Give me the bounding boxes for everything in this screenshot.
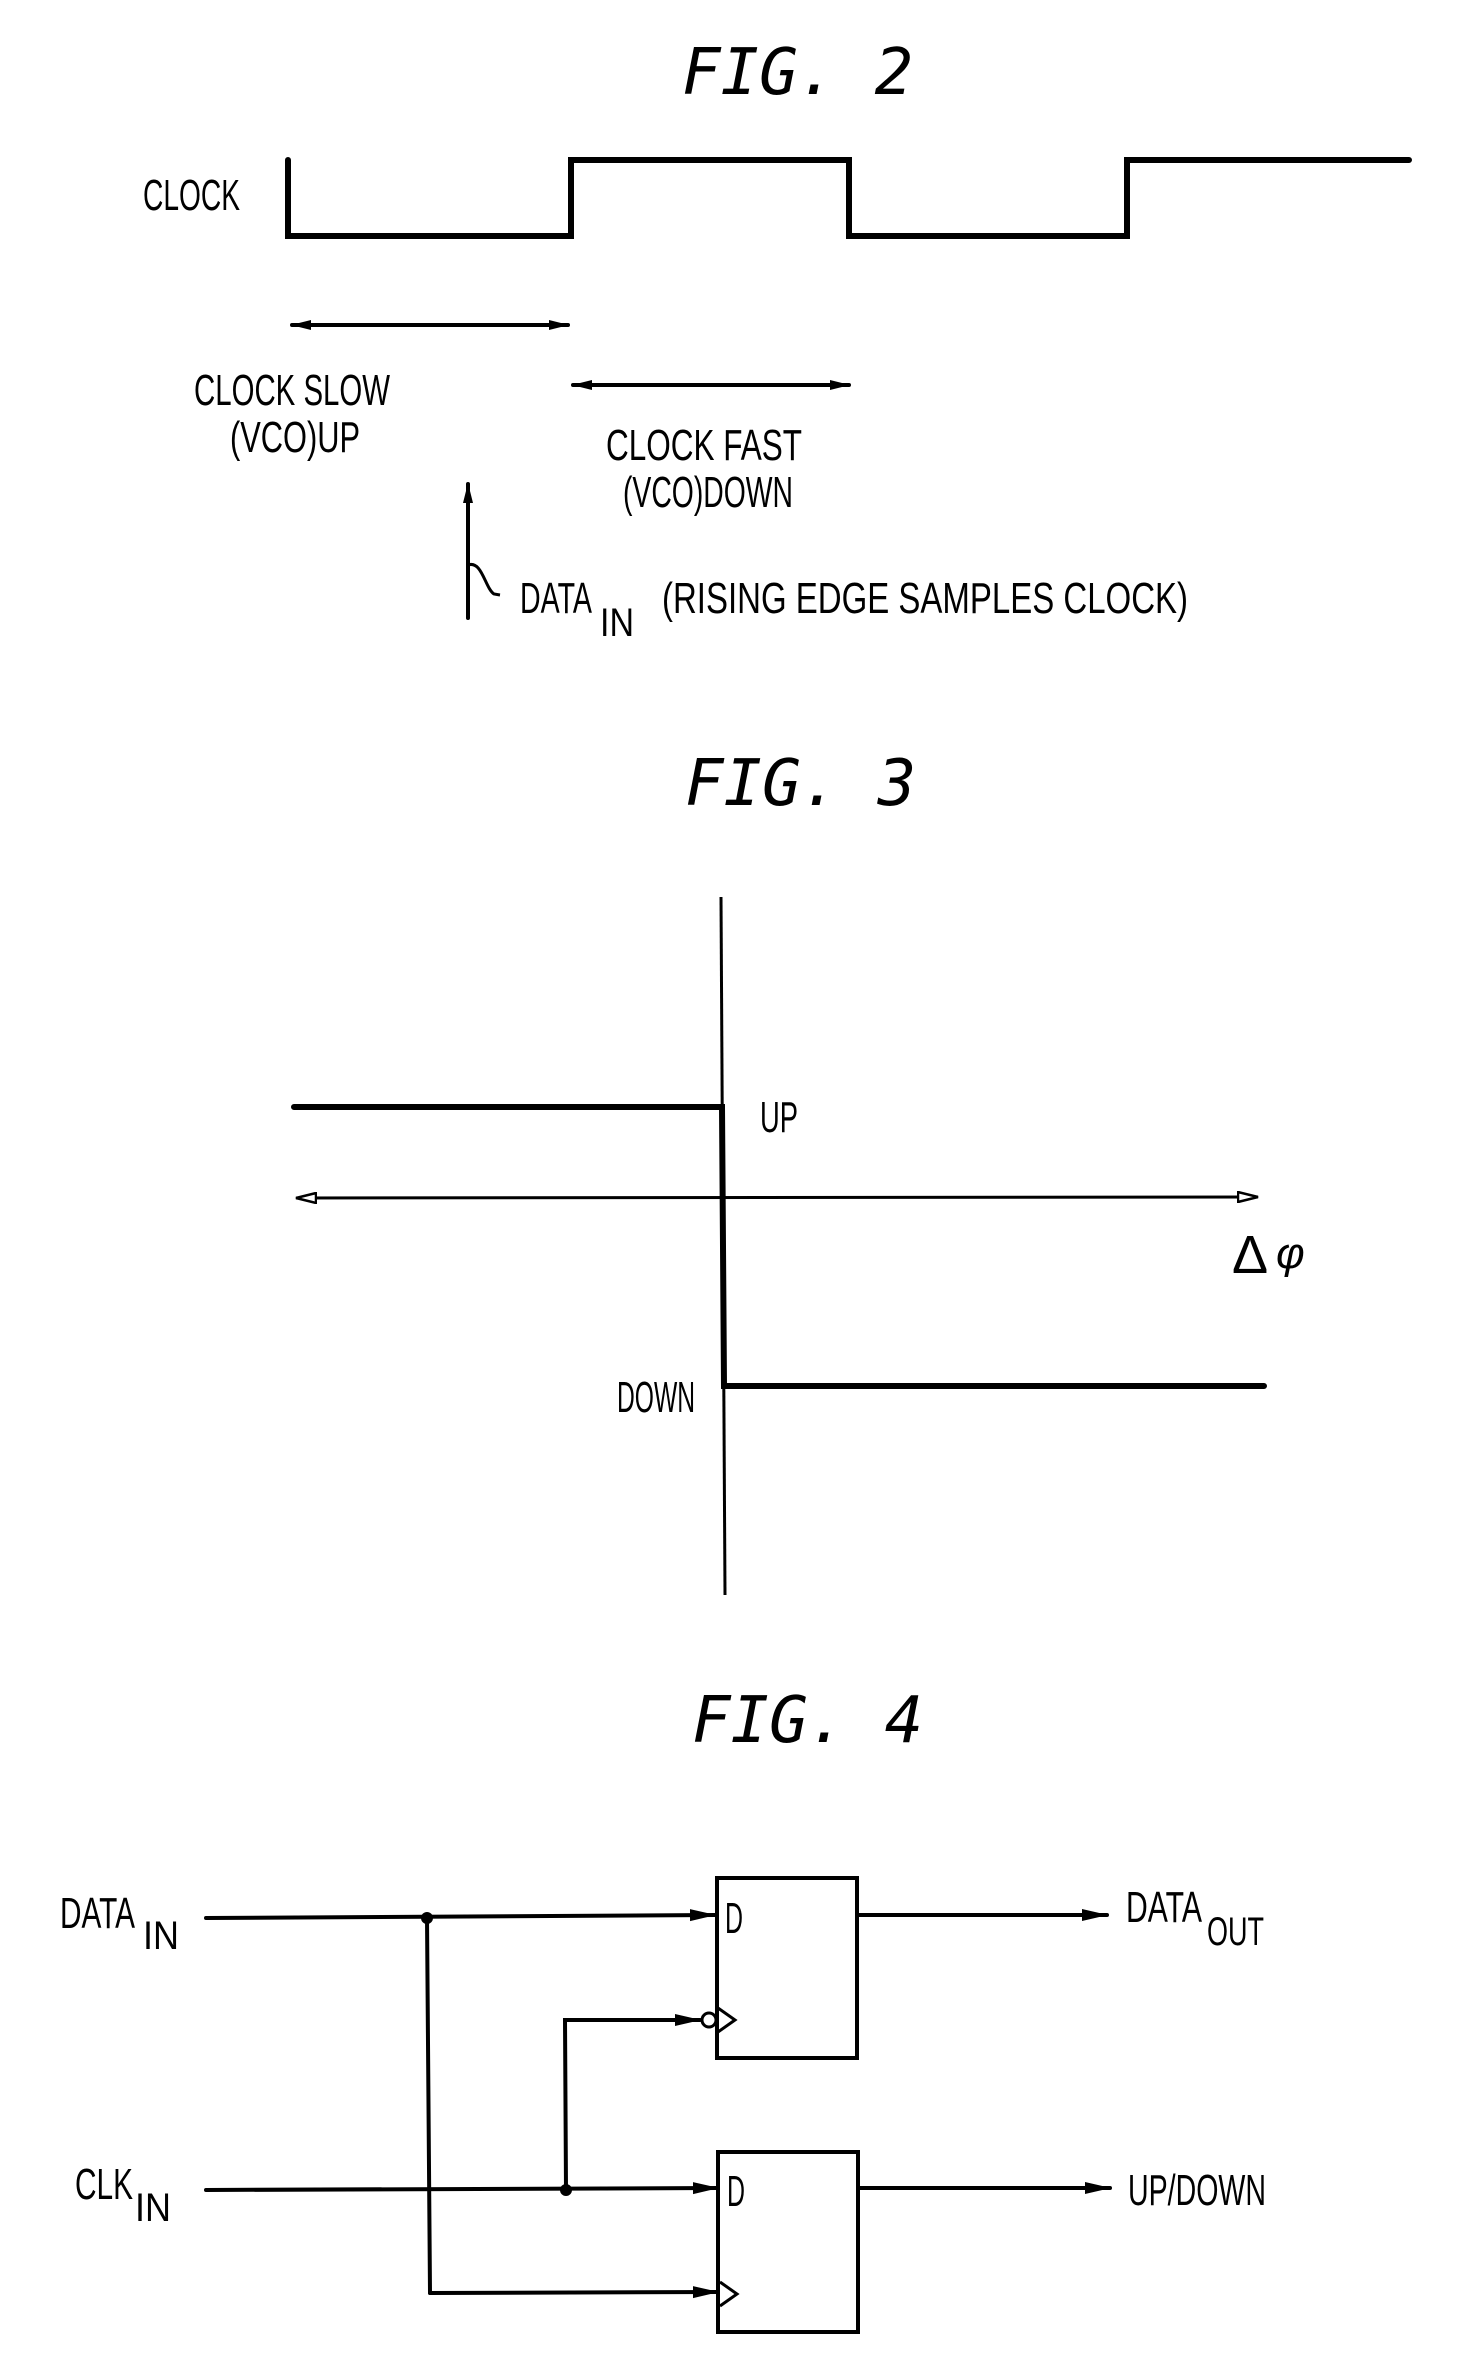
patent-drawing-sheet: FIG. 2 CLOCK CLOCK SLOW (VCO)UP CLOCK FA… [60,36,1412,2334]
figure-4-title: FIG. 4 [692,1684,923,1758]
up-level-label: UP [760,1093,798,1142]
data-in-input-label-sub: IN [143,1914,179,1958]
bottom-ff-clock-triangle [719,2280,740,2308]
figure-3: FIG. 3 UP DOWN Δ φ [291,747,1305,1596]
phase-difference-axis [296,1197,1258,1198]
clk-to-top-clock-wire [562,2014,702,2192]
clock-slow-label: CLOCK SLOW [194,366,390,415]
data-in-branch-wire [425,1916,432,2295]
vco-down-label: (VCO)DOWN [623,468,793,517]
phi-symbol: φ [1276,1229,1305,1278]
data-out-label-sub: OUT [1207,1910,1264,1954]
figure-3-title: FIG. 3 [685,747,916,821]
data-in-input-label-main: DATA [60,1889,135,1938]
clk-in-input-label-sub: IN [135,2186,171,2230]
data-junction-dot [421,1912,433,1924]
data-in-label-main: DATA [520,574,592,623]
up-down-output-label: UP/DOWN [1128,2166,1266,2215]
clock-fast-label: CLOCK FAST [606,421,802,470]
data-in-label-sub: IN [600,601,634,645]
clock-signal-label: CLOCK [143,171,240,220]
figure-4: FIG. 4 DATA IN CLK IN D D DATA OUT UP/DO… [60,1684,1266,2334]
clk-in-wire [204,2182,720,2195]
bang-bang-transfer-curve [291,1104,1267,1389]
vco-up-label: (VCO)UP [230,413,360,462]
rising-edge-note: (RISING EDGE SAMPLES CLOCK) [662,574,1188,623]
top-ff-d-label: D [725,1894,743,1943]
clk-junction-dot [560,2184,572,2196]
clock-waveform [285,157,1412,239]
data-to-bottom-clock-wire [428,2286,720,2299]
clk-in-input-label-main: CLK [75,2160,133,2209]
data-out-label-main: DATA [1126,1883,1202,1932]
delta-symbol: Δ [1232,1225,1268,1285]
figure-2: FIG. 2 CLOCK CLOCK SLOW (VCO)UP CLOCK FA… [143,36,1412,645]
data-in-wire [204,1909,717,1922]
bottom-ff-d-label: D [727,2167,745,2216]
down-level-label: DOWN [617,1373,695,1422]
figure-2-title: FIG. 2 [682,36,913,110]
top-ff-clock-triangle [717,2006,738,2034]
inverted-clock-bubble [700,2011,718,2029]
leader-line [467,563,501,597]
